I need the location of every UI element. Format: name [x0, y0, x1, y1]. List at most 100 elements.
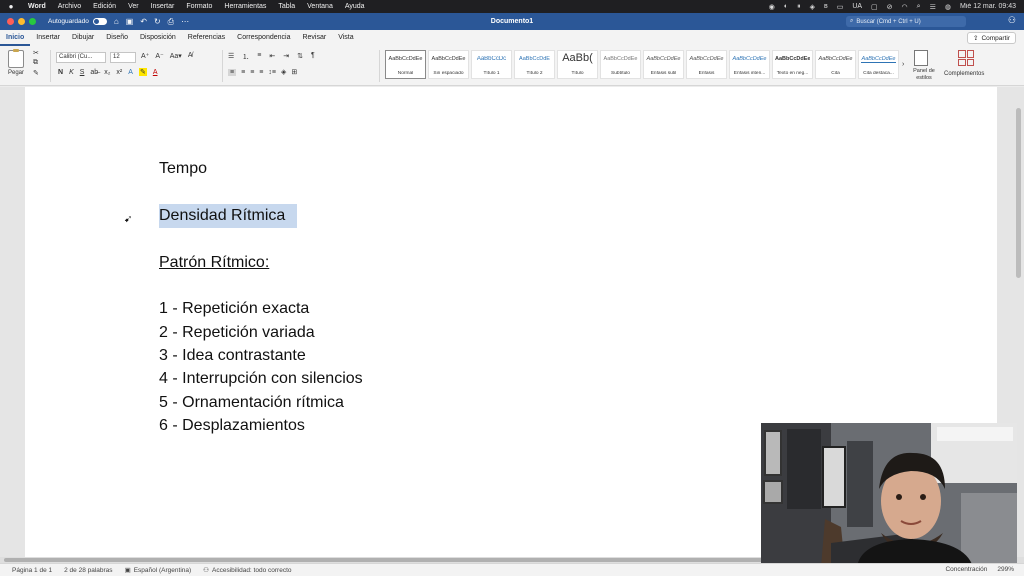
- style-normal[interactable]: AaBbCcDdEe Normal: [385, 50, 426, 79]
- menu-archivo[interactable]: Archivo: [52, 3, 87, 10]
- text-effects-icon[interactable]: A: [128, 69, 133, 76]
- zoom-window-button[interactable]: [29, 18, 36, 25]
- align-right-icon[interactable]: ≡: [250, 69, 254, 76]
- style-heading-2[interactable]: AaBbCcDdE Título 2: [514, 50, 555, 79]
- focus-mode[interactable]: Concentración: [945, 566, 987, 573]
- spotlight-icon[interactable]: ⌕: [917, 3, 921, 11]
- bullets-icon[interactable]: ☰: [228, 52, 234, 62]
- vertical-scroll-thumb[interactable]: [1016, 108, 1021, 278]
- apple-icon[interactable]: ●: [0, 2, 22, 11]
- doc-list-item-3[interactable]: 3 - Idea contrastante: [159, 347, 306, 365]
- increase-indent-icon[interactable]: ⇥: [283, 52, 289, 62]
- doc-list-item-6[interactable]: 6 - Desplazamientos: [159, 417, 305, 435]
- paste-icon[interactable]: [8, 49, 24, 68]
- language-status[interactable]: ▣ Español (Argentina): [125, 566, 192, 575]
- menu-insertar[interactable]: Insertar: [145, 3, 181, 10]
- style-subtitle[interactable]: AaBbCcDdEe Subtítulo: [600, 50, 641, 79]
- tab-vista[interactable]: Vista: [332, 30, 359, 46]
- minimize-window-button[interactable]: [18, 18, 25, 25]
- control-center-icon[interactable]: ☰: [930, 3, 936, 11]
- tab-correspondencia[interactable]: Correspondencia: [231, 30, 296, 46]
- paste-button-label[interactable]: Pegar: [8, 70, 24, 76]
- tab-diseno[interactable]: Diseño: [100, 30, 134, 46]
- subscript-icon[interactable]: x₂: [104, 69, 110, 76]
- siri-icon[interactable]: ◍: [945, 3, 951, 11]
- eye-icon[interactable]: ◈: [810, 3, 815, 11]
- style-quote[interactable]: AaBbCcDdEe Cita: [815, 50, 856, 79]
- more-icon[interactable]: ⋯: [181, 17, 189, 26]
- add-ins-label[interactable]: Complementos: [944, 71, 984, 77]
- superscript-icon[interactable]: x²: [116, 69, 122, 76]
- print-icon[interactable]: ⎙: [168, 17, 174, 27]
- pilcrow-icon[interactable]: ¶: [311, 52, 315, 62]
- menu-formato[interactable]: Formato: [180, 3, 218, 10]
- align-left-icon[interactable]: ≡: [228, 68, 237, 76]
- doc-list-item-1[interactable]: 1 - Repetición exacta: [159, 300, 309, 318]
- numbering-icon[interactable]: ⒈: [242, 52, 249, 62]
- menu-ver[interactable]: Ver: [122, 3, 145, 10]
- copy-icon[interactable]: ⧉: [33, 59, 39, 67]
- page-count[interactable]: Página 1 de 1: [12, 567, 52, 574]
- sort-icon[interactable]: ⇅: [297, 52, 303, 62]
- change-case-icon[interactable]: Aa▾: [170, 52, 182, 60]
- styles-pane-icon[interactable]: [914, 50, 928, 66]
- style-intense-quote[interactable]: AaBbCcDdEe Cita destaca...: [858, 50, 899, 79]
- menu-ventana[interactable]: Ventana: [301, 3, 339, 10]
- font-color-icon[interactable]: A: [153, 69, 158, 76]
- style-heading-1[interactable]: AaBbCcDc Título 1: [471, 50, 512, 79]
- style-no-spacing[interactable]: AaBbCcDdEe Sin espaciado: [428, 50, 469, 79]
- bluetooth-icon[interactable]: ʙ: [824, 3, 828, 10]
- save-icon[interactable]: ▣: [126, 17, 134, 26]
- font-name-dropdown[interactable]: Calibri (Cu...: [56, 52, 106, 63]
- style-strong[interactable]: AaBbCcDdEe Texto en neg...: [772, 50, 813, 79]
- menubar-clock[interactable]: Mié 12 mar. 09:43: [960, 3, 1016, 10]
- tab-inicio[interactable]: Inicio: [0, 30, 31, 46]
- battery-icon[interactable]: ▭: [837, 3, 844, 11]
- home-icon[interactable]: ⌂: [114, 17, 119, 26]
- align-center-icon[interactable]: ≡: [241, 69, 245, 76]
- menu-tabla[interactable]: Tabla: [272, 3, 301, 10]
- menu-herramientas[interactable]: Herramientas: [218, 3, 272, 10]
- underline-icon[interactable]: S: [80, 69, 85, 76]
- media-icon[interactable]: ◐: [784, 3, 788, 10]
- window-icon[interactable]: ▢: [871, 3, 878, 11]
- account-icon[interactable]: ⚇: [1008, 15, 1016, 26]
- styles-more-icon[interactable]: ›: [902, 61, 904, 68]
- borders-icon[interactable]: ⊞: [291, 68, 297, 76]
- zoom-level[interactable]: 299%: [997, 566, 1014, 573]
- format-painter-icon[interactable]: ✎: [33, 69, 39, 77]
- accessibility-status[interactable]: ⚇ Accesibilidad: todo correcto: [203, 566, 291, 575]
- close-window-button[interactable]: [7, 18, 14, 25]
- shading-icon[interactable]: ◈: [281, 68, 286, 76]
- font-size-dropdown[interactable]: 12: [110, 52, 136, 63]
- style-subtle-emphasis[interactable]: AaBbCcDdEe Énfasis sutil: [643, 50, 684, 79]
- redo-icon[interactable]: ↻: [154, 17, 161, 26]
- style-emphasis[interactable]: AaBbCcDdEe Énfasis: [686, 50, 727, 79]
- search-box[interactable]: ⌕ Buscar (Cmd + Ctrl + U): [846, 16, 966, 27]
- pause-icon[interactable]: ⏸: [797, 3, 801, 11]
- tab-insertar[interactable]: Insertar: [30, 30, 66, 46]
- doc-line-densidad-selected[interactable]: Densidad Rítmica: [159, 204, 298, 228]
- doc-line-tempo[interactable]: Tempo: [159, 160, 207, 178]
- share-button[interactable]: ⇪ Compartir: [967, 32, 1016, 44]
- grow-font-icon[interactable]: A⁺: [141, 52, 149, 60]
- clear-format-icon[interactable]: A̸: [188, 52, 193, 60]
- tab-dibujar[interactable]: Dibujar: [66, 30, 100, 46]
- line-spacing-icon[interactable]: ↕≡: [268, 69, 276, 76]
- word-count[interactable]: 2 de 28 palabras: [64, 567, 112, 574]
- cut-icon[interactable]: ✂: [33, 49, 39, 57]
- doc-list-item-5[interactable]: 5 - Ornamentación rítmica: [159, 394, 344, 412]
- tab-referencias[interactable]: Referencias: [182, 30, 231, 46]
- add-ins-icon[interactable]: [958, 50, 974, 66]
- style-title[interactable]: AaBb(Título: [557, 50, 598, 79]
- mute-icon[interactable]: ⊘: [887, 3, 893, 11]
- italic-icon[interactable]: K: [69, 69, 74, 76]
- shrink-font-icon[interactable]: A⁻: [155, 52, 163, 60]
- wifi-icon[interactable]: ◠: [902, 3, 908, 11]
- doc-line-patron[interactable]: Patrón Rítmico:: [159, 254, 269, 272]
- tab-revisar[interactable]: Revisar: [296, 30, 332, 46]
- decrease-indent-icon[interactable]: ⇤: [269, 52, 275, 62]
- undo-icon[interactable]: ↶: [140, 17, 147, 26]
- menu-ayuda[interactable]: Ayuda: [339, 3, 371, 10]
- doc-list-item-2[interactable]: 2 - Repetición variada: [159, 324, 315, 342]
